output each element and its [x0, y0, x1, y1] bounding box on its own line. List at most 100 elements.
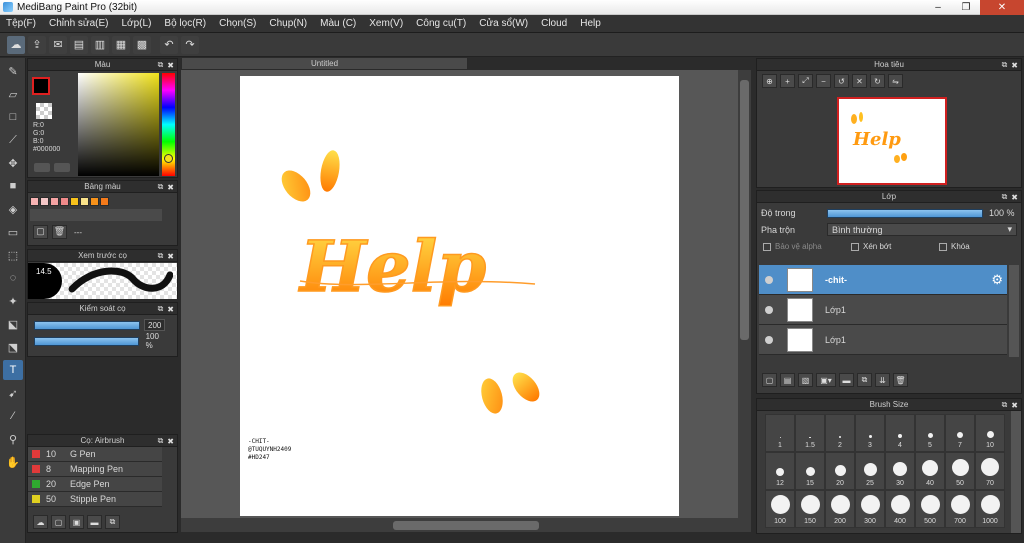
menu-tools[interactable]: Công cụ(T): [416, 18, 466, 29]
page-icon[interactable]: ▥: [91, 35, 109, 54]
brush-size-option[interactable]: 20: [825, 452, 855, 490]
brush-size-option[interactable]: 5: [915, 414, 945, 452]
share-icon[interactable]: ⇪: [28, 35, 46, 54]
menu-color[interactable]: Màu (C): [320, 18, 356, 29]
undock-icon[interactable]: ⧉: [1002, 400, 1008, 410]
new-halftone-layer-icon[interactable]: ▤: [780, 373, 795, 387]
brush-size-option[interactable]: 500: [915, 490, 945, 528]
new-palette-icon[interactable]: ▢: [33, 225, 48, 239]
rotate-left-icon[interactable]: ↺: [834, 74, 849, 88]
undo-icon[interactable]: ↶: [160, 35, 178, 54]
brush-opacity-field[interactable]: 100 %: [143, 332, 171, 350]
document-icon[interactable]: ▤: [70, 35, 88, 54]
brush-size-option[interactable]: 100: [765, 490, 795, 528]
menu-help[interactable]: Help: [580, 18, 601, 29]
new-layer-icon[interactable]: ▢: [762, 373, 777, 387]
palette-swatch[interactable]: [50, 197, 59, 206]
add-color-button[interactable]: [34, 163, 50, 172]
dropper-icon[interactable]: ⁄: [3, 406, 23, 426]
palette-swatch[interactable]: [30, 197, 39, 206]
zoom-out-icon[interactable]: −: [816, 74, 831, 88]
undock-icon[interactable]: ⧉: [1002, 60, 1008, 70]
fill-rect-icon[interactable]: ■: [3, 176, 23, 196]
blend-mode-select[interactable]: Bình thường ▾: [827, 223, 1017, 236]
trash-icon[interactable]: 🗑: [893, 373, 908, 387]
brush-size-option[interactable]: 10: [975, 414, 1005, 452]
palette-swatch[interactable]: [70, 197, 79, 206]
tab-untitled[interactable]: Untitled: [181, 57, 468, 70]
merge-layer-icon[interactable]: ⇊: [875, 373, 890, 387]
brush-size-option[interactable]: 2: [825, 414, 855, 452]
foreground-color-swatch[interactable]: [32, 77, 50, 95]
vertical-scroll-thumb[interactable]: [740, 80, 749, 340]
undock-icon[interactable]: ⧉: [158, 182, 164, 192]
menu-filter[interactable]: Bộ lọc(R): [164, 18, 206, 29]
eraser-icon[interactable]: ▱: [3, 84, 23, 104]
brush-size-option[interactable]: 30: [885, 452, 915, 490]
menu-snap[interactable]: Chụp(N): [269, 18, 307, 29]
vertical-scrollbar[interactable]: [738, 70, 751, 520]
close-button[interactable]: ✕: [980, 0, 1024, 15]
select-eraser-icon[interactable]: ⬔: [3, 337, 23, 357]
brush-size-option[interactable]: 1000: [975, 490, 1005, 528]
rectangle-icon[interactable]: □: [3, 107, 23, 127]
close-icon[interactable]: ✖: [1011, 193, 1018, 202]
lasso-icon[interactable]: ◌: [3, 268, 23, 288]
gradient-icon[interactable]: ▭: [3, 222, 23, 242]
remove-color-button[interactable]: [54, 163, 70, 172]
menu-view[interactable]: Xem(V): [369, 18, 403, 29]
brush-size-option[interactable]: 25: [855, 452, 885, 490]
dot-icon[interactable]: ⟋: [3, 130, 23, 150]
bucket-icon[interactable]: ◈: [3, 199, 23, 219]
close-icon[interactable]: ✖: [167, 183, 174, 192]
trash-icon[interactable]: 🗑: [52, 225, 67, 239]
move-icon[interactable]: ✥: [3, 153, 23, 173]
brush-item-stipple-pen[interactable]: 50 Stipple Pen: [28, 492, 162, 507]
menu-layer[interactable]: Lớp(L): [122, 18, 152, 29]
brush-size-option[interactable]: 1: [765, 414, 795, 452]
close-icon[interactable]: ✖: [1011, 401, 1018, 410]
grid-icon[interactable]: ▦: [112, 35, 130, 54]
flip-icon[interactable]: ⇋: [888, 74, 903, 88]
brush-size-option[interactable]: 40: [915, 452, 945, 490]
palette-swatch[interactable]: [60, 197, 69, 206]
document-canvas[interactable]: Help -CHIT- @TUQUYNH2409 #HD247: [240, 76, 679, 516]
pipette-icon[interactable]: ⚲: [3, 429, 23, 449]
brush-size-option[interactable]: 200: [825, 490, 855, 528]
navigator-preview[interactable]: Help: [837, 97, 947, 185]
cloud-brush-icon[interactable]: ☁: [33, 515, 48, 529]
brush-size-option[interactable]: 7: [945, 414, 975, 452]
transparent-swatch[interactable]: [36, 103, 52, 119]
new-brush-icon[interactable]: ▢: [51, 515, 66, 529]
horizontal-scroll-thumb[interactable]: [393, 521, 539, 530]
horizontal-scrollbar[interactable]: [181, 518, 751, 532]
brush-opacity-slider[interactable]: [34, 336, 139, 346]
brush-size-option[interactable]: 150: [795, 490, 825, 528]
hue-slider-handle[interactable]: [164, 154, 173, 163]
zoom-in-icon[interactable]: +: [780, 74, 795, 88]
brush-size-option[interactable]: 50: [945, 452, 975, 490]
brush-size-option[interactable]: 12: [765, 452, 795, 490]
gear-icon[interactable]: ⚙: [991, 272, 1003, 288]
brush-size-option[interactable]: 3: [855, 414, 885, 452]
undock-icon[interactable]: ⧉: [158, 304, 164, 314]
undock-icon[interactable]: ⧉: [158, 60, 164, 70]
close-icon[interactable]: ✖: [1011, 61, 1018, 70]
brush-icon[interactable]: ✎: [3, 61, 23, 81]
close-icon[interactable]: ✖: [167, 61, 174, 70]
brush-size-option[interactable]: 300: [855, 490, 885, 528]
zoom-fit-icon[interactable]: ⊕: [762, 74, 777, 88]
text-icon[interactable]: T: [3, 360, 23, 380]
brush-size-slider[interactable]: [34, 320, 140, 330]
duplicate-layer-icon[interactable]: ⧉: [857, 373, 872, 387]
brush-item-mapping-pen[interactable]: 8 Mapping Pen: [28, 462, 162, 477]
menu-cloud[interactable]: Cloud: [541, 18, 567, 29]
brush-size-scrollbar[interactable]: [1011, 411, 1021, 533]
brush-item-edge-pen[interactable]: 20 Edge Pen: [28, 477, 162, 492]
add-brush-icon[interactable]: ▣: [69, 515, 84, 529]
undock-icon[interactable]: ⧉: [158, 436, 164, 446]
eye-icon[interactable]: [765, 305, 773, 314]
menu-file[interactable]: Tệp(F): [6, 18, 36, 29]
palette-swatch[interactable]: [80, 197, 89, 206]
clipping-checkbox[interactable]: Xén bớt: [851, 242, 939, 251]
